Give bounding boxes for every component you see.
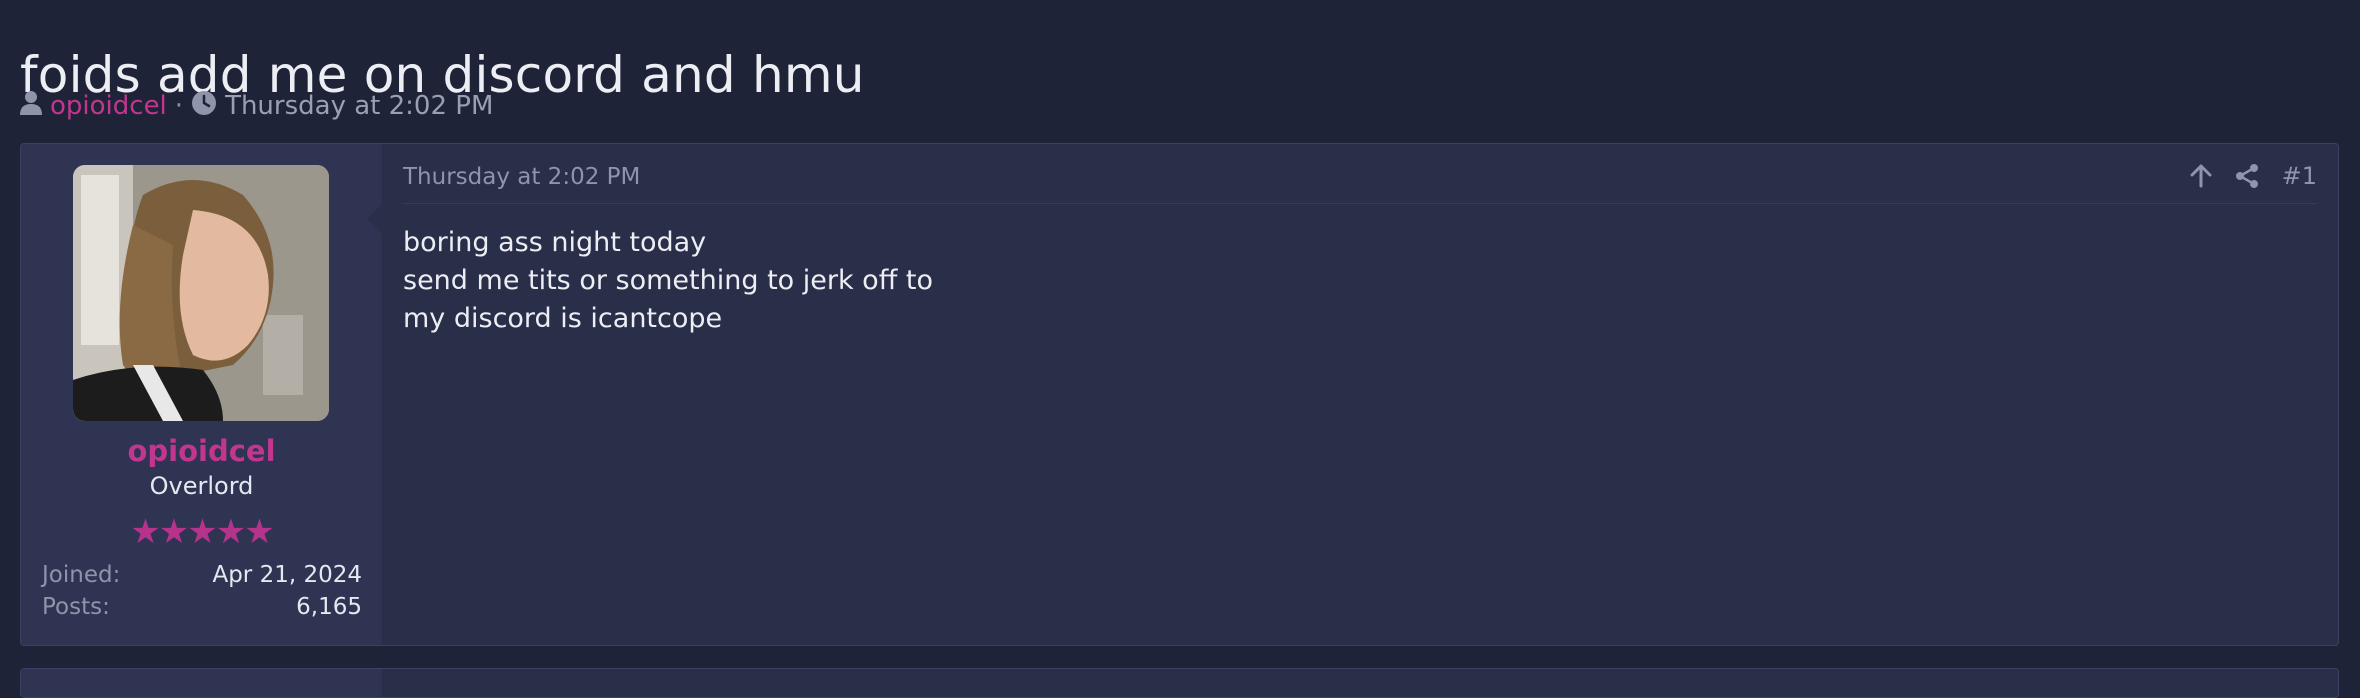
post-actions: #1 — [2168, 162, 2317, 190]
user-rank-stars: ★★★★★ — [130, 512, 274, 552]
thread-date-link[interactable]: Thursday at 2:02 PM — [225, 91, 493, 121]
next-post — [20, 668, 2339, 698]
post-body-line: boring ass night today — [403, 227, 707, 258]
meta-separator: · — [174, 91, 184, 121]
user-icon — [20, 90, 42, 123]
thread-author-link[interactable]: opioidcel — [50, 91, 167, 121]
post: opioidcel Overlord ★★★★★ Joined: Apr 21,… — [20, 143, 2339, 646]
user-panel-arrow — [367, 204, 382, 234]
post-user-panel: opioidcel Overlord ★★★★★ Joined: Apr 21,… — [21, 144, 382, 645]
post-body-line: send me tits or something to jerk off to — [403, 265, 933, 296]
clock-icon — [191, 90, 217, 123]
post-header: Thursday at 2:02 PM #1 — [403, 144, 2317, 204]
post-body: boring ass night today send me tits or s… — [403, 224, 933, 338]
next-post-user-panel — [21, 669, 382, 697]
user-title: Overlord — [149, 472, 254, 500]
post-body-line: my discord is icantcope — [403, 303, 723, 334]
joined-label: Joined: — [42, 562, 121, 588]
joined-value: Apr 21, 2024 — [212, 562, 362, 588]
post-number-link[interactable]: #1 — [2282, 162, 2317, 190]
posts-value[interactable]: 6,165 — [296, 594, 362, 620]
post-date-link[interactable]: Thursday at 2:02 PM — [403, 164, 640, 190]
thread-meta: opioidcel · Thursday at 2:02 PM — [20, 88, 493, 124]
post-username[interactable]: opioidcel — [21, 434, 382, 468]
user-stat-posts: Posts: 6,165 — [42, 594, 362, 620]
user-stat-joined: Joined: Apr 21, 2024 — [42, 562, 362, 588]
avatar[interactable] — [73, 165, 329, 421]
posts-label: Posts: — [42, 594, 110, 620]
arrow-up-icon[interactable] — [2190, 164, 2212, 188]
share-icon[interactable] — [2234, 163, 2260, 189]
post-main: Thursday at 2:02 PM #1 boring ass night … — [382, 144, 2338, 645]
